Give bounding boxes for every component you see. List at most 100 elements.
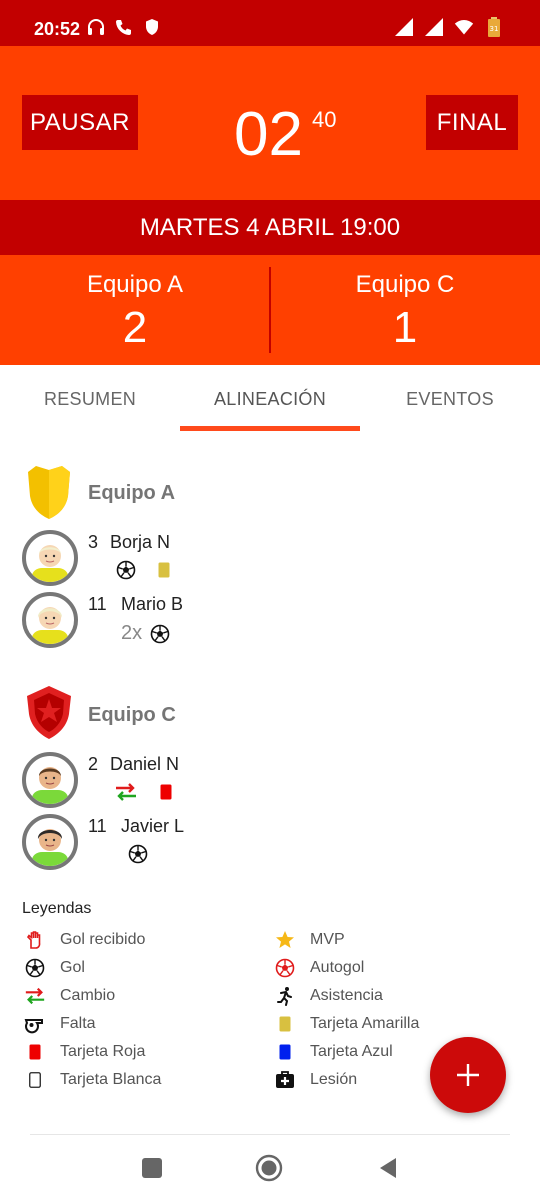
player-name: Borja N — [110, 532, 171, 552]
away-team-score: Equipo C 1 — [270, 255, 540, 365]
player-avatar — [22, 814, 78, 870]
player-row[interactable]: 11 Javier L — [22, 814, 422, 870]
team-c-title: Equipo C — [88, 704, 176, 726]
add-event-button[interactable] — [430, 1037, 506, 1113]
headphones-icon — [88, 19, 104, 35]
player-name: Mario B — [121, 594, 184, 614]
legend-item: Tarjeta Amarilla — [274, 1013, 419, 1035]
tab-alineacion[interactable]: ALINEACIÓN — [180, 365, 360, 433]
red-card-icon — [160, 784, 172, 800]
timer-seconds: 40 — [312, 107, 337, 132]
own-goal-ball-icon — [275, 958, 295, 978]
back-button[interactable] — [374, 1154, 402, 1182]
legend-label: Autogol — [310, 959, 365, 976]
white-card-icon — [29, 1072, 41, 1088]
legend-label: Gol recibido — [60, 931, 146, 948]
home-team-name: Equipo A — [86, 271, 184, 298]
legend-label: Asistencia — [310, 987, 383, 1004]
player-avatar — [22, 752, 78, 808]
blue-card-icon — [279, 1044, 291, 1060]
legend-label: Tarjeta Roja — [60, 1043, 146, 1060]
call-icon — [116, 20, 131, 35]
match-header: PAUSAR 02 40 FINAL — [0, 46, 540, 200]
player-row[interactable]: 2 Daniel N — [22, 752, 422, 808]
yellow-card-icon — [158, 562, 170, 578]
whistle-icon — [24, 1019, 43, 1034]
legend-item: Asistencia — [274, 985, 383, 1007]
red-card-icon — [29, 1044, 41, 1060]
nav-divider — [30, 1134, 510, 1135]
goal-count: 2x — [121, 622, 143, 644]
player-number: 2 — [88, 754, 99, 774]
legend-label: Cambio — [60, 987, 116, 1004]
star-icon — [276, 931, 294, 948]
team-a-title: Equipo A — [88, 482, 176, 504]
legend-item: Gol — [24, 957, 85, 979]
legend-label: Gol — [60, 959, 85, 976]
substitution-icon — [25, 987, 45, 1005]
pause-button[interactable]: PAUSAR — [22, 95, 138, 150]
player-row[interactable]: 3 Borja N — [22, 530, 422, 586]
legend-item: Tarjeta Azul — [274, 1041, 393, 1063]
scoreboard: Equipo A 2 Equipo C 1 — [0, 255, 540, 365]
away-score: 1 — [392, 303, 418, 352]
svg-text:31: 31 — [490, 25, 499, 33]
legend-label: Lesión — [310, 1071, 358, 1088]
recents-button[interactable] — [138, 1154, 166, 1182]
timer-minutes: 02 — [234, 100, 303, 169]
ball-icon — [150, 624, 170, 643]
tab-eventos[interactable]: EVENTOS — [360, 365, 540, 433]
home-score: 2 — [122, 303, 148, 352]
player-events: 2x — [121, 622, 170, 645]
battery-icon: 31 — [488, 17, 500, 37]
tab-resumen[interactable]: RESUMEN — [0, 365, 180, 433]
ball-icon — [116, 560, 136, 580]
shield-icon — [146, 19, 158, 35]
player-avatar — [22, 592, 78, 648]
legend-item: Tarjeta Blanca — [24, 1069, 161, 1091]
medical-kit-icon — [276, 1071, 294, 1088]
system-nav-bar — [0, 1136, 540, 1200]
goalkeeper-glove-icon — [26, 931, 41, 949]
player-name: Daniel N — [110, 754, 180, 774]
legend-label: Tarjeta Blanca — [60, 1071, 162, 1088]
legend-item: Gol recibido — [24, 929, 145, 951]
player-avatar — [22, 530, 78, 586]
status-time: 20:52 — [34, 19, 81, 39]
player-number: 3 — [88, 532, 99, 552]
home-icon — [255, 1154, 283, 1182]
tab-indicator — [180, 426, 360, 431]
legend-title: Leyendas — [22, 900, 92, 917]
player-events — [114, 782, 172, 802]
team-a-crest-icon — [28, 466, 70, 519]
legend-item: Lesión — [274, 1069, 357, 1091]
player-events — [128, 844, 148, 864]
legend-label: Tarjeta Amarilla — [310, 1015, 420, 1032]
signal-icon — [395, 18, 413, 36]
legend-item: Autogol — [274, 957, 364, 979]
plus-icon — [457, 1064, 479, 1086]
final-button[interactable]: FINAL — [426, 95, 518, 150]
player-number: 11 — [88, 594, 107, 614]
legend-label: Falta — [60, 1015, 96, 1032]
away-team-name: Equipo C — [355, 271, 455, 298]
home-button[interactable] — [255, 1154, 283, 1182]
legend-item: MVP — [274, 929, 345, 951]
substitution-icon — [116, 783, 136, 801]
legend-item: Tarjeta Roja — [24, 1041, 145, 1063]
legend-item: Cambio — [24, 985, 115, 1007]
home-team-score: Equipo A 2 — [0, 255, 270, 365]
wifi-icon — [454, 20, 474, 35]
player-events — [116, 560, 170, 580]
runner-icon — [277, 987, 292, 1006]
back-icon — [380, 1158, 396, 1178]
ball-icon — [128, 844, 148, 864]
yellow-card-icon — [279, 1016, 291, 1032]
tab-bar: RESUMEN ALINEACIÓN EVENTOS — [0, 365, 540, 433]
player-row[interactable]: 11 Mario B 2x — [22, 592, 422, 648]
player-number: 11 — [88, 816, 107, 836]
signal-icon — [425, 18, 443, 36]
legend-label: MVP — [310, 931, 345, 948]
player-name: Javier L — [121, 816, 185, 836]
recents-icon — [142, 1158, 162, 1178]
